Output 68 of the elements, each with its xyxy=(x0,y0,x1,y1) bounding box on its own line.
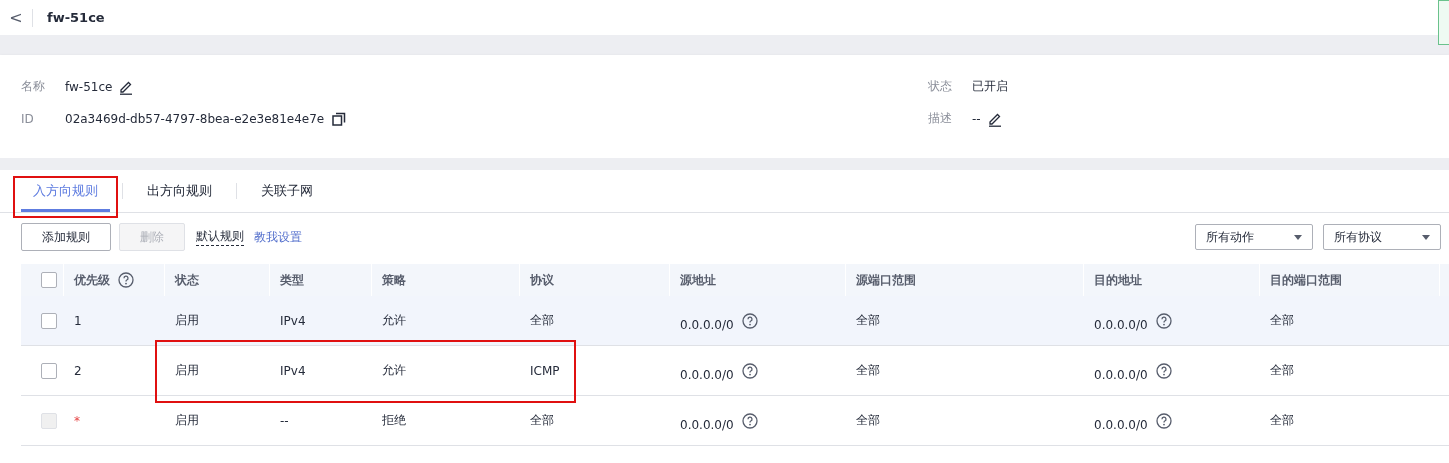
tab[interactable]: 入方向规则 xyxy=(21,170,110,212)
help-link[interactable]: 教我设置 xyxy=(254,228,302,246)
table-cell: ICMP xyxy=(530,363,560,378)
filter-dropdown[interactable]: 所有动作 xyxy=(1195,224,1313,250)
field-value: fw-51ce xyxy=(65,79,113,94)
table-cell: 全部 xyxy=(856,362,880,379)
tab[interactable]: 出方向规则 xyxy=(135,170,224,212)
table-cell: 全部 xyxy=(856,412,880,429)
table-cell: 启用 xyxy=(175,362,199,379)
table-cell: 全部 xyxy=(1270,312,1294,329)
field-label: ID xyxy=(21,111,35,126)
help-icon[interactable] xyxy=(1155,412,1172,429)
toolbar-button[interactable]: 添加规则 xyxy=(21,223,111,251)
column-header: 源地址 xyxy=(680,271,716,289)
back-button[interactable]: < xyxy=(0,8,33,27)
help-icon[interactable] xyxy=(741,412,758,429)
table-cell: 0.0.0.0/0 xyxy=(1094,317,1148,332)
copy-icon[interactable] xyxy=(332,111,347,126)
tab[interactable]: 关联子网 xyxy=(249,170,325,212)
table-cell: 0.0.0.0/0 xyxy=(680,367,734,382)
table-cell: 0.0.0.0/0 xyxy=(1094,417,1148,432)
field-value: 已开启 xyxy=(972,78,1008,95)
checkbox[interactable] xyxy=(41,272,57,288)
column-header: 优先级 xyxy=(74,271,110,289)
field-label: 名称 xyxy=(21,78,46,95)
column-header: 源端口范围 xyxy=(856,271,916,289)
default-rules-link[interactable]: 默认规则 xyxy=(196,228,244,246)
table-cell: 全部 xyxy=(530,412,554,429)
filter-dropdown[interactable]: 所有协议 xyxy=(1323,224,1441,250)
table-cell: * xyxy=(74,413,80,428)
table-cell: 0.0.0.0/0 xyxy=(1094,367,1148,382)
table-cell: 允许 xyxy=(382,362,406,379)
table-cell: IPv4 xyxy=(280,313,306,328)
column-header: 类型 xyxy=(280,271,304,289)
table-cell: 0.0.0.0/0 xyxy=(680,317,734,332)
caret-icon xyxy=(1294,234,1302,240)
table-cell: 拒绝 xyxy=(382,412,406,429)
field-value: -- xyxy=(972,111,981,126)
table-cell: 全部 xyxy=(530,312,554,329)
table-cell: 启用 xyxy=(175,312,199,329)
help-icon[interactable] xyxy=(741,312,758,329)
field-label: 描述 xyxy=(928,110,953,127)
row-highlight[interactable]: 1 启用 IPv4 允许 全部 0.0.0.0/0 全部 0.0.0.0/0 全部 xyxy=(21,296,1449,346)
table-cell: 0.0.0.0/0 xyxy=(680,417,734,432)
table-cell: 1 xyxy=(74,313,82,328)
table-cell: IPv4 xyxy=(280,363,306,378)
help-icon[interactable] xyxy=(741,362,758,379)
table-cell: 允许 xyxy=(382,312,406,329)
column-header: 目的端口范围 xyxy=(1270,271,1342,289)
help-icon[interactable] xyxy=(118,272,134,288)
table-cell: 全部 xyxy=(1270,362,1294,379)
field-value: 02a3469d-db57-4797-8bea-e2e3e81e4e7e xyxy=(65,111,325,126)
help-icon[interactable] xyxy=(1155,312,1172,329)
column-header: 目的地址 xyxy=(1094,271,1142,289)
page-title: fw-51ce xyxy=(47,10,105,25)
checkbox[interactable] xyxy=(41,312,57,329)
field-label: 状态 xyxy=(928,78,953,95)
help-icon[interactable] xyxy=(1155,362,1172,379)
table-cell: 2 xyxy=(74,363,82,378)
table-cell: 启用 xyxy=(175,412,199,429)
column-header: 状态 xyxy=(175,271,199,289)
column-header: 策略 xyxy=(382,271,406,289)
caret-icon xyxy=(1422,234,1430,240)
table-cell: -- xyxy=(280,413,289,428)
table-cell: 全部 xyxy=(1270,412,1294,429)
checkbox[interactable] xyxy=(41,362,57,379)
table-cell: 全部 xyxy=(856,312,880,329)
column-header: 协议 xyxy=(530,271,554,289)
